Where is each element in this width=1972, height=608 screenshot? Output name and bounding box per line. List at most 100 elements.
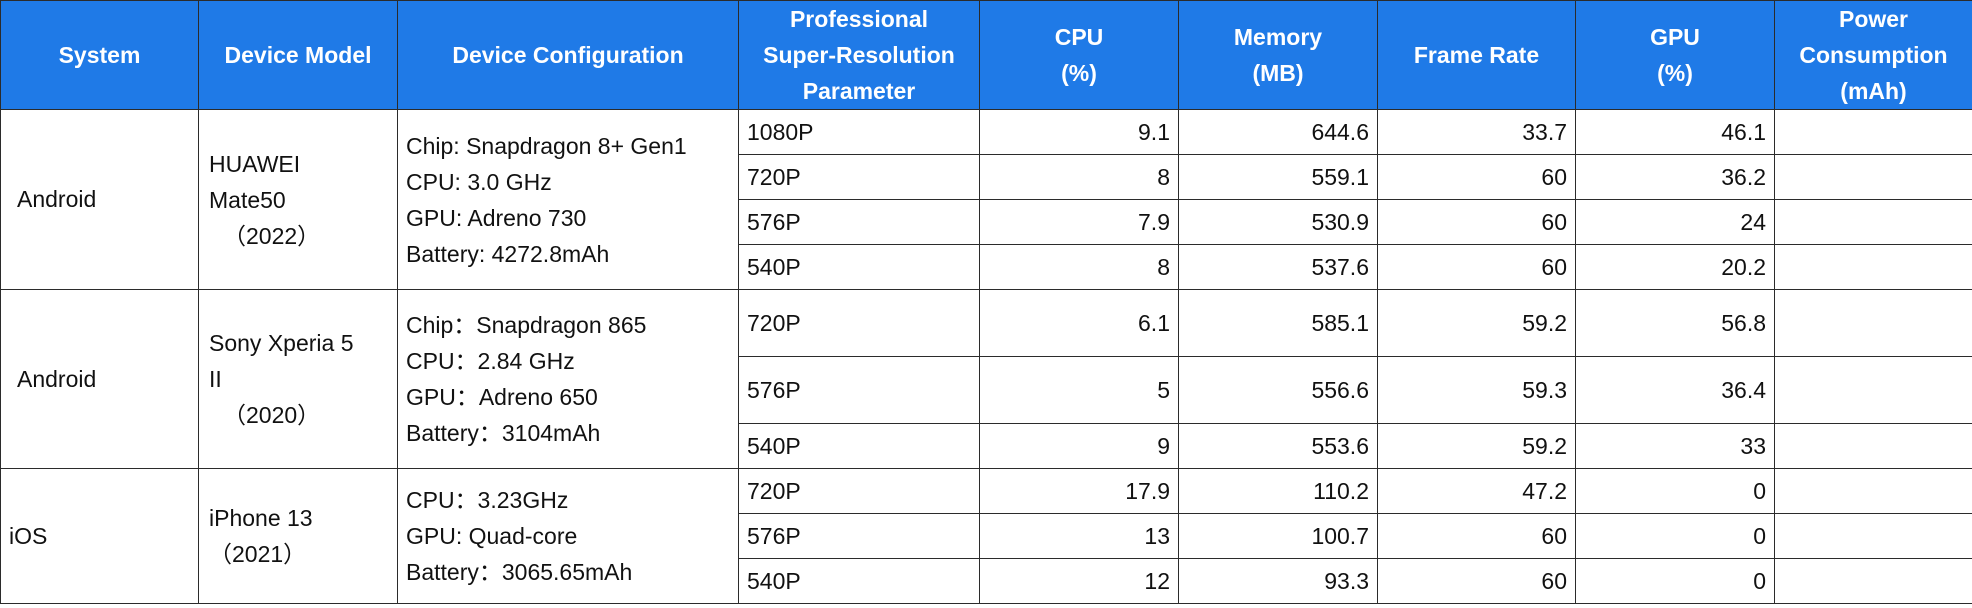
- header-cpu: CPU (%): [979, 0, 1179, 110]
- header-text-line: (%): [1657, 60, 1693, 86]
- resolution-cell: 540P: [738, 244, 980, 290]
- header-text-line: Super-Resolution: [763, 42, 955, 68]
- resolution-cell: 1080P: [738, 109, 980, 155]
- device-model-line: HUAWEI: [209, 150, 301, 177]
- gpu-cell: 36.4: [1575, 356, 1775, 424]
- gpu-cell: 20.2: [1575, 244, 1775, 290]
- frame-rate-cell: 60: [1377, 244, 1576, 290]
- cpu-cell: 17.9: [979, 468, 1179, 514]
- frame-rate-cell: 47.2: [1377, 468, 1576, 514]
- table-row: Android HUAWEI Mate50 （2022） Chip: Snapd…: [0, 109, 1972, 290]
- header-row: System Device Model Device Configuration…: [0, 0, 1972, 110]
- gpu-cell: 33: [1575, 423, 1775, 469]
- gpu-cell: 0: [1575, 513, 1775, 559]
- header-text-line: Professional: [789, 6, 929, 32]
- device-model-line: （2021）: [209, 541, 307, 567]
- power-cell: [1774, 289, 1972, 357]
- header-text-line: (mAh): [1840, 78, 1907, 104]
- device-model-line: Mate50: [209, 186, 286, 213]
- header-text-line: (%): [1061, 60, 1097, 86]
- memory-cell: 110.2: [1178, 468, 1378, 514]
- header-frame-rate: Frame Rate: [1377, 0, 1576, 110]
- resolution-cell: 576P: [738, 199, 980, 245]
- power-cell: [1774, 468, 1972, 514]
- frame-rate-cell: 59.3: [1377, 356, 1576, 424]
- header-power-consumption: Power Consumption (mAh): [1774, 0, 1972, 110]
- resolution-cell: 720P: [738, 468, 980, 514]
- device-configuration-cell: Chip：Snapdragon 865 CPU：2.84 GHz GPU：Adr…: [397, 289, 739, 469]
- device-model-line: （2020）: [223, 402, 321, 428]
- header-device-configuration: Device Configuration: [397, 0, 739, 110]
- cpu-cell: 12: [979, 558, 1179, 604]
- frame-rate-cell: 59.2: [1377, 423, 1576, 469]
- memory-cell: 537.6: [1178, 244, 1378, 290]
- memory-cell: 100.7: [1178, 513, 1378, 559]
- header-text-line: Memory: [1233, 24, 1323, 50]
- power-cell: [1774, 513, 1972, 559]
- device-model-line: Sony Xperia 5: [209, 330, 354, 356]
- config-line: GPU: Quad-core: [406, 523, 578, 549]
- cpu-cell: 5: [979, 356, 1179, 424]
- power-cell: [1774, 244, 1972, 290]
- table-row: iOS iPhone 13 （2021） CPU：3.23GHz GPU: Qu…: [0, 468, 1972, 604]
- cpu-cell: 7.9: [979, 199, 1179, 245]
- header-gpu: GPU (%): [1575, 0, 1775, 110]
- resolution-cell: 540P: [738, 423, 980, 469]
- frame-rate-cell: 60: [1377, 154, 1576, 200]
- config-line: Battery：3104mAh: [406, 420, 601, 446]
- device-model-cell: Sony Xperia 5 II （2020）: [198, 289, 398, 469]
- gpu-cell: 36.2: [1575, 154, 1775, 200]
- device-model-line: II: [209, 366, 222, 392]
- memory-cell: 585.1: [1178, 289, 1378, 357]
- power-cell: [1774, 109, 1972, 155]
- device-configuration-cell: CPU：3.23GHz GPU: Quad-core Battery：3065.…: [397, 468, 739, 604]
- header-text-line: Power: [1838, 6, 1909, 32]
- cpu-cell: 9.1: [979, 109, 1179, 155]
- system-cell: Android: [0, 109, 199, 290]
- device-model-cell: iPhone 13 （2021）: [198, 468, 398, 604]
- power-cell: [1774, 154, 1972, 200]
- header-text-line: Parameter: [802, 78, 916, 104]
- resolution-cell: 540P: [738, 558, 980, 604]
- power-cell: [1774, 558, 1972, 604]
- header-system: System: [0, 0, 199, 110]
- config-line: CPU: 3.0 GHz: [406, 168, 552, 195]
- cpu-cell: 9: [979, 423, 1179, 469]
- memory-cell: 93.3: [1178, 558, 1378, 604]
- gpu-cell: 24: [1575, 199, 1775, 245]
- performance-table: System Device Model Device Configuration…: [0, 0, 1972, 604]
- frame-rate-cell: 33.7: [1377, 109, 1576, 155]
- header-text-line: Consumption: [1799, 42, 1948, 68]
- config-line: GPU: Adreno 730: [406, 204, 587, 231]
- system-cell: Android: [0, 289, 199, 469]
- frame-rate-cell: 60: [1377, 513, 1576, 559]
- cpu-cell: 6.1: [979, 289, 1179, 357]
- cpu-cell: 13: [979, 513, 1179, 559]
- resolution-cell: 720P: [738, 289, 980, 357]
- header-super-resolution-parameter: Professional Super-Resolution Parameter: [738, 0, 980, 110]
- config-line: CPU：2.84 GHz: [406, 348, 575, 374]
- header-text-line: CPU: [1054, 24, 1104, 50]
- frame-rate-cell: 60: [1377, 558, 1576, 604]
- header-device-model: Device Model: [198, 0, 398, 110]
- memory-cell: 553.6: [1178, 423, 1378, 469]
- resolution-cell: 720P: [738, 154, 980, 200]
- config-line: GPU：Adreno 650: [406, 384, 598, 410]
- system-cell: iOS: [0, 468, 199, 604]
- memory-cell: 559.1: [1178, 154, 1378, 200]
- device-model-line: iPhone 13: [209, 505, 313, 531]
- memory-cell: 530.9: [1178, 199, 1378, 245]
- device-model-cell: HUAWEI Mate50 （2022）: [198, 109, 398, 290]
- table-row: Android Sony Xperia 5 II （2020） Chip：Sna…: [0, 289, 1972, 469]
- gpu-cell: 0: [1575, 558, 1775, 604]
- config-line: Chip：Snapdragon 865: [406, 312, 647, 338]
- cpu-cell: 8: [979, 154, 1179, 200]
- header-text-line: (MB): [1252, 60, 1304, 86]
- header-text-line: GPU: [1650, 24, 1700, 50]
- gpu-cell: 0: [1575, 468, 1775, 514]
- device-configuration-cell: Chip: Snapdragon 8+ Gen1 CPU: 3.0 GHz GP…: [397, 109, 739, 290]
- memory-cell: 556.6: [1178, 356, 1378, 424]
- memory-cell: 644.6: [1178, 109, 1378, 155]
- config-line: CPU：3.23GHz: [406, 487, 569, 513]
- gpu-cell: 46.1: [1575, 109, 1775, 155]
